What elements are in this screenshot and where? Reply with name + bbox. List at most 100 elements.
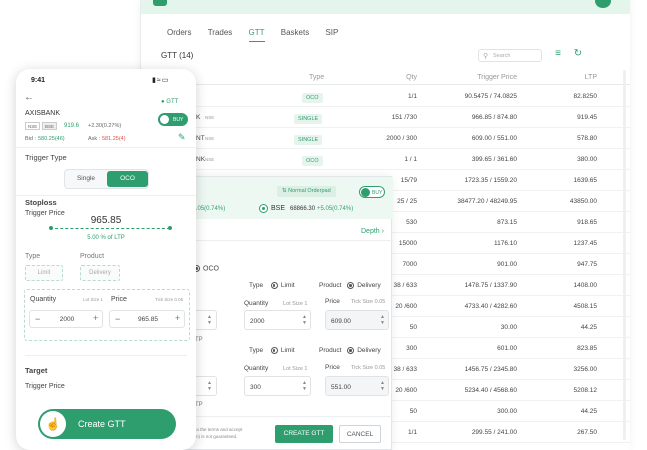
search-icon: ⚲ <box>483 53 489 60</box>
quantity-label-2: Quantity <box>244 365 269 372</box>
row-type-pill: SINGLE <box>294 135 323 145</box>
row-trigger-price: 1176.10 <box>493 240 517 247</box>
oco-label: OCO <box>203 265 219 273</box>
limit-radio-1[interactable]: Limit <box>270 282 295 290</box>
price-stepper[interactable]: − 965.85 + <box>109 310 185 328</box>
stepper-icon[interactable]: ▲ ▼ <box>207 314 212 326</box>
scrollbar[interactable] <box>623 70 626 440</box>
price-value-1: 609.00 <box>331 318 351 325</box>
stepper-icon[interactable]: ▲ ▼ <box>207 380 212 392</box>
disclaimer-line-1: ee to the terms and accept <box>189 427 243 432</box>
exchange-bse[interactable]: BSE <box>271 205 285 212</box>
depth-label: Depth <box>361 228 380 235</box>
row-type-pill: SINGLE <box>294 114 323 124</box>
back-arrow-icon[interactable]: ← <box>24 92 34 103</box>
table-row[interactable]: NK NSE OCO 1 / 1 399.65 / 361.60 380.00 <box>141 149 630 170</box>
delivery-radio-2[interactable]: Delivery <box>347 347 381 354</box>
filter-icon[interactable]: ≡ <box>551 48 565 62</box>
row-ltp: 1639.65 <box>573 177 598 184</box>
segment-single[interactable]: Single <box>65 170 107 188</box>
order-window-header: ⇅ Normal Orderpad BUY 30 +5.05(0.74%) BS… <box>179 177 393 219</box>
refresh-icon[interactable]: ↻ <box>571 48 585 62</box>
app-logo-icon <box>153 0 167 6</box>
status-icons: ▮≈▭ <box>152 77 170 84</box>
quantity-input-1[interactable]: 2000 ▲ ▼ <box>244 310 311 330</box>
tick-size-label: Tick Size 0.05 <box>155 297 184 302</box>
table-row[interactable]: K NSE SINGLE 151 /730 966.85 / 874.80 919.45 <box>141 107 630 128</box>
radio-icon <box>347 282 355 289</box>
create-gtt-button[interactable]: CREATE GTT <box>275 425 333 443</box>
table-row[interactable]: NT NSE SINGLE 2000 / 300 609.00 / 551.00 578.… <box>141 128 630 149</box>
type-label-1: Type <box>249 282 264 290</box>
col-ltp: LTP <box>584 74 597 81</box>
price-input-1[interactable]: 609.00 ▲ ▼ <box>325 310 389 330</box>
row-ltp: 82.8250 <box>573 93 598 100</box>
segment-oco[interactable]: OCO <box>107 171 148 187</box>
tab-orders[interactable]: Orders <box>167 28 191 41</box>
gtt-order-window: ⇅ Normal Orderpad BUY 30 +5.05(0.74%) BS… <box>178 176 393 450</box>
row-trigger-price: 601.00 <box>497 345 517 352</box>
lot-size-label: Lot Size 1 <box>83 297 104 302</box>
depth-link[interactable]: Depth › <box>361 228 384 235</box>
ltp-percentage: 5.00 % of LTP <box>87 235 125 241</box>
product-label-2: Product <box>319 347 342 355</box>
divider <box>16 195 196 196</box>
target-trigger-price-label: Trigger Price <box>25 383 65 390</box>
chevron-right-icon: › <box>381 228 384 235</box>
fragment-tp-2: TP <box>195 402 203 408</box>
exchange-radio-icon[interactable] <box>259 204 268 213</box>
quantity-label-1: Quantity <box>244 300 269 307</box>
stepper-icon[interactable]: ▲ ▼ <box>380 380 385 392</box>
quantity-value-1: 2000 <box>250 318 265 325</box>
exchange-nse-chip[interactable]: NSE <box>25 122 41 130</box>
tab-gtt[interactable]: GTT <box>248 28 265 42</box>
row-ltp: 918.65 <box>577 219 597 226</box>
desktop-tabs: Orders Trades GTT Baskets SIP <box>167 28 352 42</box>
ask-value: 581.25(4) <box>102 136 126 142</box>
stepper-icon[interactable]: ▲ ▼ <box>380 314 385 326</box>
bse-price: 68866.30 <box>290 206 316 212</box>
create-gtt-button-mobile[interactable]: ☝ Create GTT <box>38 409 176 439</box>
price-input-2[interactable]: 551.00 ▲ ▼ <box>325 376 389 396</box>
buy-sell-toggle[interactable]: BUY <box>359 186 385 198</box>
limit-radio-2[interactable]: Limit <box>270 347 295 354</box>
stepper-icon[interactable]: ▲ ▼ <box>302 314 307 326</box>
row-trigger-price: 90.5475 / 74.0825 <box>464 93 517 100</box>
oco-radio[interactable]: OCO <box>193 265 219 272</box>
quantity-stepper[interactable]: − 2000 + <box>29 310 103 328</box>
row-ltp: 947.75 <box>577 261 597 268</box>
product-delivery-button[interactable]: Delivery <box>80 265 120 281</box>
tab-trades[interactable]: Trades <box>208 28 233 41</box>
buy-sell-toggle[interactable]: BUY <box>158 113 188 126</box>
table-row[interactable]: OCO 1/1 90.5475 / 74.0825 82.8250 <box>141 86 630 107</box>
row-ltp: 1237.45 <box>573 240 598 247</box>
delivery-radio-1[interactable]: Delivery <box>347 282 381 289</box>
ltp-change: +2.30(0.27%) <box>88 123 122 129</box>
tab-sip[interactable]: SIP <box>325 28 338 41</box>
stepper-icon[interactable]: ▲ ▼ <box>302 380 307 392</box>
limit-label-1: Limit <box>280 282 295 290</box>
exchange-bse-chip[interactable]: BSE <box>42 122 58 130</box>
edit-icon[interactable]: ✎ <box>178 132 186 143</box>
row-trigger-price: 1723.35 / 1559.20 <box>464 177 517 184</box>
row-type-pill: OCO <box>302 93 323 103</box>
tab-baskets[interactable]: Baskets <box>281 28 309 41</box>
type-row-2: Type Limit <box>249 347 295 354</box>
cancel-button[interactable]: CANCEL <box>339 425 381 443</box>
trigger-price-value[interactable]: 965.85 <box>16 215 196 226</box>
quantity-input-2[interactable]: 300 ▲ ▼ <box>244 376 311 396</box>
slider-dot-icon <box>49 226 53 230</box>
row-ltp: 44.25 <box>580 324 597 331</box>
price-label-2: Price <box>325 364 340 371</box>
normal-orderpad-tag[interactable]: ⇅ Normal Orderpad <box>277 186 336 197</box>
orderpad-tag-label: Normal Orderpad <box>288 188 331 194</box>
plus-icon[interactable]: + <box>93 313 98 323</box>
swipe-hand-icon[interactable]: ☝ <box>40 411 66 437</box>
type-limit-button[interactable]: Limit <box>25 265 63 281</box>
disclaimer-line-2: ction) is not guaranteed. <box>189 434 238 439</box>
plus-icon[interactable]: + <box>175 313 180 323</box>
user-avatar-icon[interactable] <box>595 0 611 8</box>
lot-size-2: Lot Size 1 <box>283 366 308 372</box>
search-input[interactable]: ⚲ Search <box>478 49 542 62</box>
row-trigger-price: 4733.40 / 4282.60 <box>464 303 517 310</box>
